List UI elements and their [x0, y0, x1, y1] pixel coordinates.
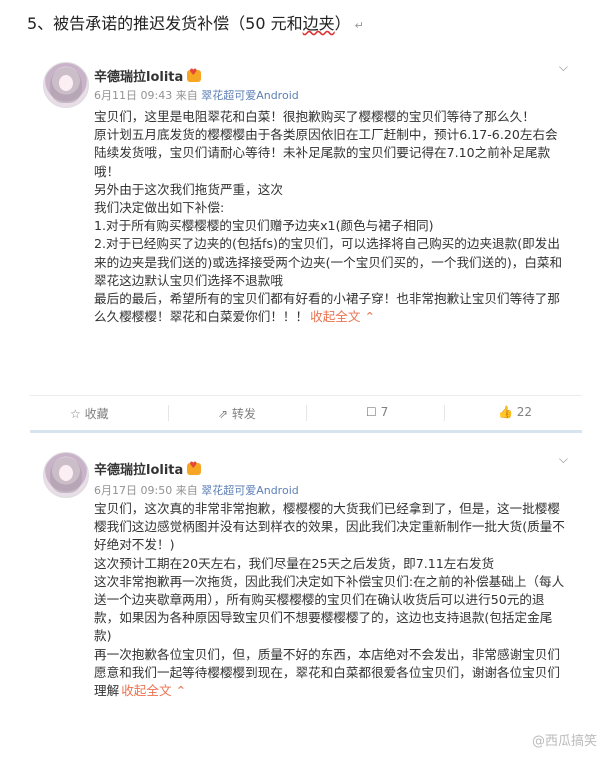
- post-separator: [30, 430, 582, 433]
- heading-squiggle-word: 边夹: [302, 14, 335, 33]
- thumbs-up-icon: 👍: [498, 405, 513, 419]
- favorite-label: 收藏: [84, 407, 109, 421]
- collapse-link[interactable]: 收起全文 ⌃: [121, 683, 186, 698]
- post-paragraph: 这次非常抱歉再一次拖货，因此我们决定如下补偿宝贝们:在之前的补偿基础上（每人送一…: [94, 573, 565, 644]
- post-source[interactable]: 翠花超可爱Android: [201, 89, 299, 102]
- post-paragraph: 2.对于已经购买了边夹的(包括fs)的宝贝们，可以选择将自己购买的边夹退款(即发…: [94, 236, 563, 288]
- divider: [306, 405, 307, 421]
- post-paragraph: 宝贝们，这里是电阻翠花和白菜！很抱歉购买了樱樱樱的宝贝们等待了那么久！: [94, 109, 535, 124]
- author-name[interactable]: 辛德瑞拉lolita: [94, 70, 183, 85]
- from-label: 来自: [175, 484, 198, 497]
- divider: [168, 405, 169, 421]
- action-bar: ☆ 收藏 ⇗ 转发 ☐ 7 👍 22: [30, 395, 582, 430]
- vip-badge-icon: [187, 68, 202, 82]
- post-date[interactable]: 6月17日 09:50: [94, 484, 172, 497]
- post-body: 宝贝们，这里是电阻翠花和白菜！很抱歉购买了樱樱樱的宝贝们等待了那么久！ 原计划五…: [94, 108, 568, 326]
- like-count: 22: [516, 405, 533, 419]
- post-author[interactable]: 辛德瑞拉lolita: [94, 459, 202, 478]
- comment-button[interactable]: ☐ 7: [366, 405, 388, 419]
- heading-suffix: ）: [334, 14, 351, 33]
- chevron-down-icon[interactable]: ⌵: [559, 452, 568, 467]
- section-heading: 5、被告承诺的推迟发货补偿（50 元和边夹） ↵: [27, 10, 364, 34]
- avatar[interactable]: [43, 452, 89, 498]
- heading-prefix: 5、被告承诺的推迟发货补偿（50 元和: [27, 14, 303, 33]
- post-author[interactable]: 辛德瑞拉lolita: [94, 66, 202, 85]
- chevron-down-icon[interactable]: ⌵: [559, 60, 568, 75]
- post-meta: 6月17日 09:50 来自 翠花超可爱Android: [94, 482, 299, 498]
- favorite-button[interactable]: ☆ 收藏: [70, 405, 109, 422]
- post-meta: 6月11日 09:43 来自 翠花超可爱Android: [94, 87, 299, 103]
- watermark: @西瓜搞笑: [531, 734, 597, 749]
- post-paragraph: 另外由于这次我们拖货严重，这次: [94, 181, 283, 197]
- share-label: 转发: [231, 407, 256, 421]
- comment-count: 7: [380, 405, 389, 419]
- weibo-post-1: 辛德瑞拉lolita 6月11日 09:43 来自 翠花超可爱Android ⌵…: [30, 54, 582, 430]
- author-name[interactable]: 辛德瑞拉lolita: [94, 463, 183, 478]
- post-paragraph: 宝贝们，这次真的非常非常抱歉，樱樱樱的大货我们已经拿到了，但是，这一批樱樱樱我们…: [94, 501, 565, 553]
- avatar[interactable]: [43, 62, 89, 108]
- post-source[interactable]: 翠花超可爱Android: [201, 484, 299, 497]
- collapse-link[interactable]: 收起全文 ⌃: [310, 309, 375, 324]
- like-button[interactable]: 👍 22: [498, 405, 532, 419]
- post-date[interactable]: 6月11日 09:43: [94, 89, 172, 102]
- return-mark: ↵: [354, 19, 364, 32]
- post-body: 宝贝们，这次真的非常非常抱歉，樱樱樱的大货我们已经拿到了，但是，这一批樱樱樱我们…: [94, 500, 568, 700]
- post-paragraph: 这次预计工期在20天左右，我们尽量在25天之后发货，即7.11左右发货: [94, 555, 495, 571]
- post-paragraph: 原计划五月底发货的樱樱樱由于各类原因依旧在工厂赶制中，预计6.17-6.20左右…: [94, 127, 558, 179]
- share-icon: ⇗: [218, 407, 229, 421]
- vip-badge-icon: [187, 461, 202, 475]
- weibo-post-2: 辛德瑞拉lolita 6月17日 09:50 来自 翠花超可爱Android ⌵…: [30, 442, 582, 754]
- star-icon: ☆: [70, 407, 81, 421]
- from-label: 来自: [175, 89, 198, 102]
- divider: [444, 405, 445, 421]
- post-paragraph: 1.对于所有购买樱樱樱的宝贝们赠予边夹x1(颜色与裙子相同): [94, 218, 434, 234]
- post-paragraph: 我们决定做出如下补偿:: [94, 200, 225, 216]
- comment-icon: ☐: [366, 405, 377, 419]
- share-button[interactable]: ⇗ 转发: [218, 405, 256, 422]
